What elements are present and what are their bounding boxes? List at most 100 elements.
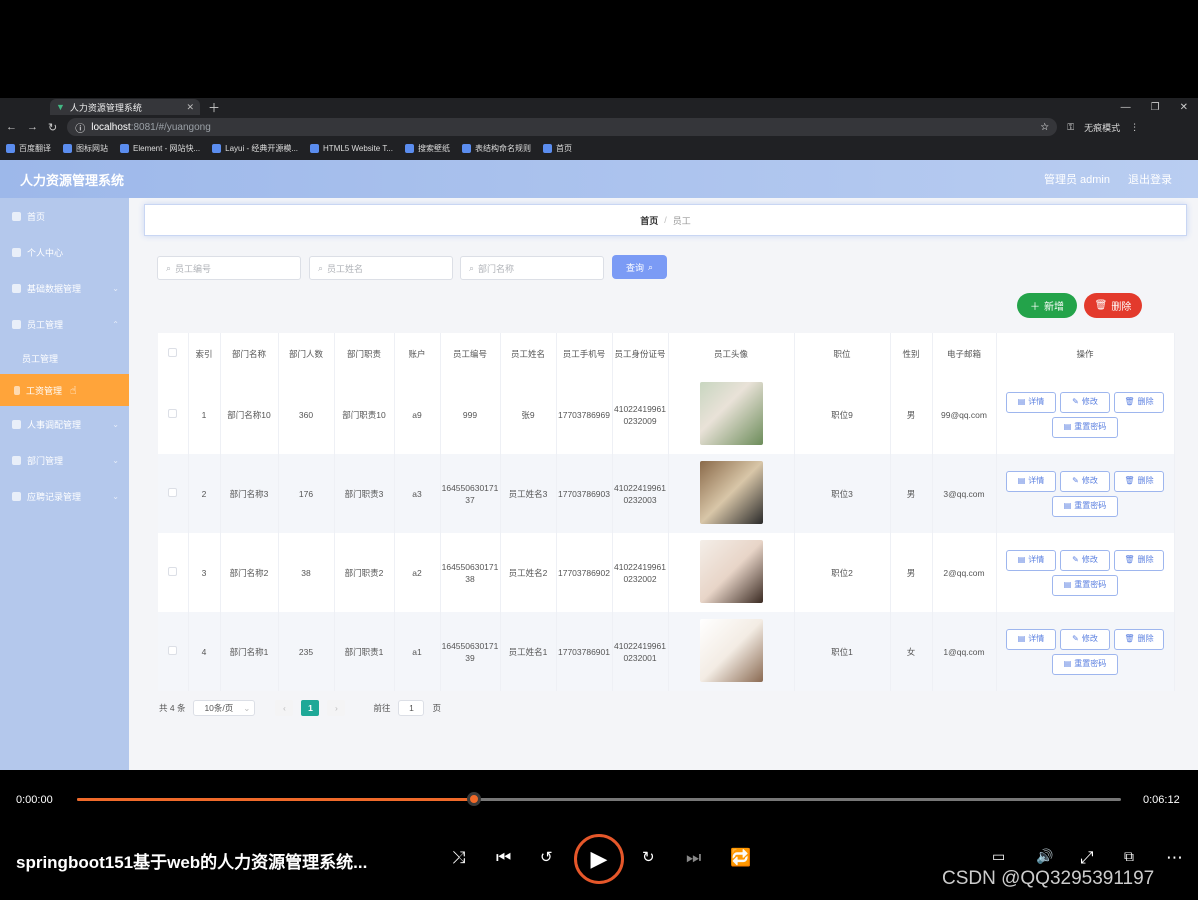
sidebar-item-employee[interactable]: 员工管理 ⌃ [0, 306, 129, 342]
info-icon: ⓘ [75, 123, 86, 135]
reset-password-button[interactable]: ▤ 重置密码 [1052, 574, 1118, 596]
back-icon[interactable]: ← [6, 121, 17, 133]
bookmark-item[interactable]: 搜索壁纸 [404, 143, 450, 154]
minimize-icon[interactable]: — [1121, 102, 1131, 113]
forward-icon[interactable]: → [27, 121, 38, 133]
shuffle-icon[interactable]: ⤨ [452, 848, 466, 868]
rewind-10-icon[interactable]: ↺ [540, 848, 553, 866]
subtitles-icon[interactable]: ▭ [992, 848, 1005, 865]
bookmark-item[interactable]: 首页 [542, 143, 572, 154]
row-checkbox[interactable] [168, 487, 178, 497]
sidebar-item-home[interactable]: 首页 [0, 198, 129, 234]
key-icon[interactable]: ⚿ [1067, 122, 1074, 133]
sidebar: 首页 个人中心 基础数据管理 ⌄ 员工管理 ⌃ 员工管理 工资管理 ☝ 人事调配管理 ⌄… [0, 198, 129, 770]
employee-no-input[interactable]: ⌕ 员工编号 [157, 256, 301, 280]
department-name-input[interactable]: ⌕ 部门名称 [460, 256, 604, 280]
delete-button[interactable]: 🗑 删除 [1084, 293, 1142, 318]
seek-handle[interactable] [466, 792, 481, 806]
breadcrumb-home[interactable]: 首页 [640, 214, 658, 227]
cell-id: 410224199610232003 [612, 454, 669, 533]
close-tab-icon[interactable]: ✕ [186, 102, 194, 113]
bookmark-icon [404, 143, 414, 153]
sidebar-item-profile[interactable]: 个人中心 [0, 234, 129, 270]
column-header: 部门人数 [278, 333, 335, 375]
delete-row-button[interactable]: 🗑 删除 [1114, 470, 1164, 492]
detail-button[interactable]: ▤ 详情 [1006, 549, 1056, 571]
previous-icon[interactable]: ⏮ [496, 848, 511, 868]
employee-name-input[interactable]: ⌕ 员工姓名 [309, 256, 453, 280]
sidebar-item-basic-data[interactable]: 基础数据管理 ⌄ [0, 270, 129, 306]
play-icon: ▶ [590, 846, 608, 871]
delete-row-button[interactable]: 🗑 删除 [1114, 628, 1164, 650]
volume-icon[interactable]: 🔊 [1036, 848, 1053, 865]
sidebar-item-recruit[interactable]: 应聘记录管理 ⌄ [0, 478, 129, 514]
add-button[interactable]: ＋ 新增 [1017, 293, 1077, 318]
page-unit: 页 [432, 703, 441, 713]
detail-button[interactable]: ▤ 详情 [1006, 628, 1056, 650]
sidebar-item-department[interactable]: 部门管理 ⌄ [0, 442, 129, 478]
prev-page-icon[interactable]: ‹ [275, 700, 294, 716]
seek-bar[interactable] [77, 792, 1121, 806]
edit-button[interactable]: ✎ 修改 [1060, 391, 1110, 413]
bookmark-item[interactable]: 百度翻译 [6, 143, 51, 154]
bookmark-item[interactable]: Element - 网站快... [120, 143, 200, 154]
browser-chrome: ▼ 人力资源管理系统 ✕ ＋ — ❐ ✕ ← → ↻ ⓘ localhost:8… [0, 98, 1198, 160]
window-close-icon[interactable]: ✕ [1180, 102, 1188, 113]
sidebar-item-hr-transfer[interactable]: 人事调配管理 ⌄ [0, 406, 129, 442]
row-checkbox[interactable] [168, 645, 178, 655]
miniplayer-icon[interactable]: ⧉ [1124, 848, 1134, 865]
bookmark-item[interactable]: Layui - 经典开源模... [212, 143, 298, 154]
cell-idx: 2 [188, 454, 221, 533]
cell-num: 176 [278, 454, 335, 533]
cell-num: 38 [278, 533, 335, 612]
current-page[interactable]: 1 [301, 700, 320, 716]
forward-30-icon[interactable]: ↻ [642, 848, 655, 866]
sidebar-sub-employee[interactable]: 员工管理 [0, 342, 129, 374]
avatar [699, 460, 763, 524]
table-row: 2 部门名称3 176 部门职责3 a3 16455063017137 员工姓名3 17703… [158, 454, 1175, 533]
more-icon[interactable]: ⋯ [1166, 848, 1183, 868]
menu-dots-icon[interactable]: ⋮ [1130, 122, 1139, 133]
bookmark-item[interactable]: 表结构命名规则 [461, 143, 531, 154]
logout-link[interactable]: 退出登录 [1128, 171, 1172, 187]
select-cell [158, 612, 189, 691]
bookmark-item[interactable]: 图标网站 [63, 143, 108, 154]
next-icon[interactable]: ⏭ [686, 848, 701, 868]
query-button[interactable]: 查询 ⌕ [612, 255, 667, 279]
edit-button[interactable]: ✎ 修改 [1060, 628, 1110, 650]
reset-password-button[interactable]: ▤ 重置密码 [1052, 495, 1118, 517]
reset-password-button[interactable]: ▤ 重置密码 [1052, 416, 1118, 438]
sidebar-sub-salary[interactable]: 工资管理 ☝ [0, 374, 129, 406]
reset-password-button[interactable]: ▤ 重置密码 [1052, 653, 1118, 675]
cell-pos: 职位2 [794, 533, 891, 612]
play-button[interactable]: ▶ [574, 834, 624, 884]
select-all-checkbox[interactable] [168, 348, 178, 357]
bookmark-item[interactable]: HTML5 Website T... [310, 143, 393, 153]
address-bar[interactable]: ⓘ localhost:8081/#/yuangong ☆ [67, 118, 1058, 136]
admin-user: 管理员 admin [1043, 174, 1110, 186]
browser-tab[interactable]: ▼ 人力资源管理系统 ✕ [50, 99, 200, 115]
detail-button[interactable]: ▤ 详情 [1006, 470, 1056, 492]
delete-row-button[interactable]: 🗑 删除 [1114, 391, 1164, 413]
page-size-label: 10条/页 [204, 703, 234, 713]
page-size-select[interactable]: 10条/页 ⌄ [193, 700, 256, 716]
row-checkbox[interactable] [168, 566, 178, 576]
reload-icon[interactable]: ↻ [48, 121, 57, 134]
edit-button[interactable]: ✎ 修改 [1060, 470, 1110, 492]
next-page-icon[interactable]: › [327, 700, 346, 716]
delete-row-button[interactable]: 🗑 删除 [1114, 549, 1164, 571]
row-checkbox[interactable] [168, 408, 178, 418]
new-tab-icon[interactable]: ＋ [208, 99, 220, 116]
repeat-icon[interactable]: 🔁 [730, 848, 751, 868]
restore-icon[interactable]: ❐ [1151, 102, 1160, 113]
elapsed-time: 0:00:00 [16, 794, 53, 806]
doc-icon: ▤ [1063, 501, 1072, 510]
bookmark-label: 图标网站 [76, 143, 108, 153]
edit-button[interactable]: ✎ 修改 [1060, 549, 1110, 571]
sidebar-item-label: 应聘记录管理 [27, 491, 82, 502]
star-icon[interactable]: ☆ [1040, 122, 1049, 133]
incognito-label[interactable]: 无痕模式 [1084, 121, 1120, 134]
goto-page-input[interactable]: 1 [398, 700, 425, 716]
fullscreen-icon[interactable]: ⤢ [1080, 848, 1094, 868]
detail-button[interactable]: ▤ 详情 [1006, 391, 1056, 413]
